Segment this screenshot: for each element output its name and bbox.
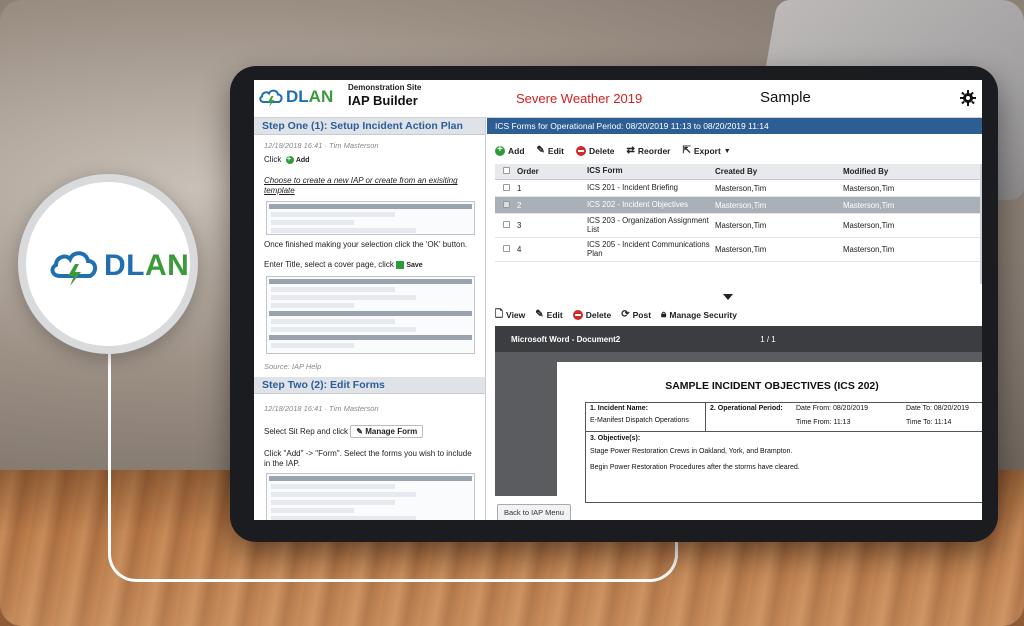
add-button[interactable]: Add bbox=[495, 144, 525, 156]
viewer-toolbar: Microsoft Word - Document2 1 / 1 bbox=[495, 326, 982, 352]
column-created-by[interactable]: Created By bbox=[715, 167, 843, 176]
ics202-form: 1. Incident Name: E-Manifest Dispatch Ope… bbox=[585, 402, 982, 503]
edit-button[interactable]: ✎ Edit bbox=[536, 145, 564, 157]
edit-icon: ✎ bbox=[536, 145, 545, 156]
add-icon bbox=[495, 144, 505, 156]
table-row[interactable]: 3 ICS 203 - Organization Assignment List… bbox=[495, 214, 982, 238]
document-page: SAMPLE INCIDENT OBJECTIVES (ICS 202) 1. … bbox=[557, 362, 982, 503]
table-row[interactable]: 4 ICS 205 - Incident Communications Plan… bbox=[495, 238, 982, 262]
logo-badge: DLAN bbox=[18, 174, 198, 354]
export-button[interactable]: ⇱ Export ▼ bbox=[682, 145, 731, 157]
app-name: IAP Builder bbox=[348, 93, 418, 108]
cover-page-screenshot bbox=[266, 275, 475, 354]
forms-panel-title: ICS Forms for Operational Period: 08/20/… bbox=[487, 118, 982, 134]
column-ics-form[interactable]: ICS Form bbox=[587, 166, 715, 177]
step-one-meta: 12/18/2018 16:41 · Tim Masterson bbox=[264, 141, 379, 150]
logo-text: DLAN bbox=[104, 249, 190, 282]
add-icon bbox=[285, 154, 294, 164]
table-scrollbar[interactable] bbox=[980, 164, 982, 284]
forms-list-screenshot bbox=[266, 473, 475, 520]
lock-icon: 🔒︎ bbox=[661, 309, 667, 320]
table-header: Order ICS Form Created By Modified By bbox=[495, 164, 982, 180]
table-row-selected[interactable]: 2 ICS 202 - Incident Objectives Masterso… bbox=[495, 197, 982, 214]
table-row[interactable]: 1 ICS 201 - Incident Briefing Masterson,… bbox=[495, 180, 982, 197]
delete-button[interactable]: Delete bbox=[575, 146, 615, 156]
delete-icon bbox=[572, 310, 583, 320]
row-checkbox[interactable] bbox=[502, 221, 510, 228]
edit-document-button[interactable]: ✎ Edit bbox=[535, 309, 562, 321]
pdf-viewer[interactable]: Microsoft Word - Document2 1 / 1 SAMPLE … bbox=[495, 326, 982, 503]
save-icon bbox=[396, 261, 405, 270]
choose-text: Choose to create a new IAP or create fro… bbox=[264, 176, 458, 195]
template-screenshot bbox=[266, 200, 475, 235]
shuffle-icon: ⇄ bbox=[626, 145, 635, 156]
refresh-icon: ⟳ bbox=[621, 309, 630, 320]
forms-toolbar: Add ✎Edit Delete ⇄Reorder ⇱Export▼ bbox=[495, 144, 731, 157]
document-toolbar: 🗋 View ✎ Edit Delete ⟳ Post 🔒︎ Manage Securi… bbox=[495, 310, 737, 320]
step-two-meta: 12/18/2018 16:41 · Tim Masterson bbox=[264, 403, 379, 413]
gear-icon[interactable] bbox=[960, 90, 976, 106]
row-checkbox[interactable] bbox=[502, 183, 510, 191]
delete-icon bbox=[575, 146, 586, 156]
document-icon: 🗋 bbox=[495, 309, 504, 320]
forms-table: Order ICS Form Created By Modified By 1 … bbox=[495, 164, 982, 262]
document-name: Microsoft Word - Document2 bbox=[511, 334, 621, 344]
row-checkbox[interactable] bbox=[502, 200, 510, 208]
forms-panel: ICS Forms for Operational Period: 08/20/… bbox=[487, 118, 982, 520]
help-panel[interactable]: Step One (1): Setup Incident Action Plan… bbox=[254, 118, 486, 520]
select-all-checkbox[interactable] bbox=[502, 167, 510, 174]
app-logo-text: DLAN bbox=[286, 87, 334, 106]
column-order[interactable]: Order bbox=[517, 167, 587, 176]
step-one-header[interactable]: Step One (1): Setup Incident Action Plan bbox=[254, 118, 485, 135]
sample-label: Sample bbox=[760, 89, 811, 106]
back-to-iap-menu-button[interactable]: Back to IAP Menu bbox=[497, 504, 571, 520]
export-icon: ⇱ bbox=[682, 145, 691, 156]
incident-name: Severe Weather 2019 bbox=[516, 91, 643, 106]
step-two-header[interactable]: Step Two (2): Edit Forms bbox=[254, 376, 485, 394]
finished-text: Once finished making your selection clic… bbox=[264, 239, 468, 249]
column-modified-by[interactable]: Modified By bbox=[843, 167, 963, 176]
app-header: DLAN Demonstration Site IAP Builder Seve… bbox=[254, 80, 982, 118]
site-label: Demonstration Site bbox=[348, 83, 422, 92]
expand-caret-icon[interactable] bbox=[723, 294, 733, 300]
reorder-button[interactable]: ⇄ Reorder bbox=[626, 145, 671, 157]
manage-form-sample-button: ✎ Manage Form bbox=[350, 424, 424, 439]
row-checkbox[interactable] bbox=[502, 245, 510, 252]
delete-document-button[interactable]: Delete bbox=[572, 310, 611, 320]
cloud-bolt-icon bbox=[259, 89, 283, 107]
app-screen: DLAN Demonstration Site IAP Builder Seve… bbox=[254, 80, 982, 520]
add-form-instructions: Click "Add" -> "Form". Select the forms … bbox=[264, 449, 472, 468]
edit-icon: ✎ bbox=[535, 309, 544, 320]
page-count: 1 / 1 bbox=[760, 334, 776, 344]
view-button[interactable]: 🗋 View bbox=[495, 309, 525, 321]
document-title: SAMPLE INCIDENT OBJECTIVES (ICS 202) bbox=[665, 380, 879, 392]
source-text: Source: IAP Help bbox=[264, 361, 322, 371]
cloud-bolt-icon bbox=[50, 251, 97, 286]
post-button[interactable]: ⟳ Post bbox=[621, 309, 651, 321]
app-logo[interactable]: DLAN bbox=[258, 86, 333, 108]
manage-security-button[interactable]: 🔒︎ Manage Security bbox=[661, 309, 737, 321]
chevron-down-icon: ▼ bbox=[723, 147, 731, 155]
